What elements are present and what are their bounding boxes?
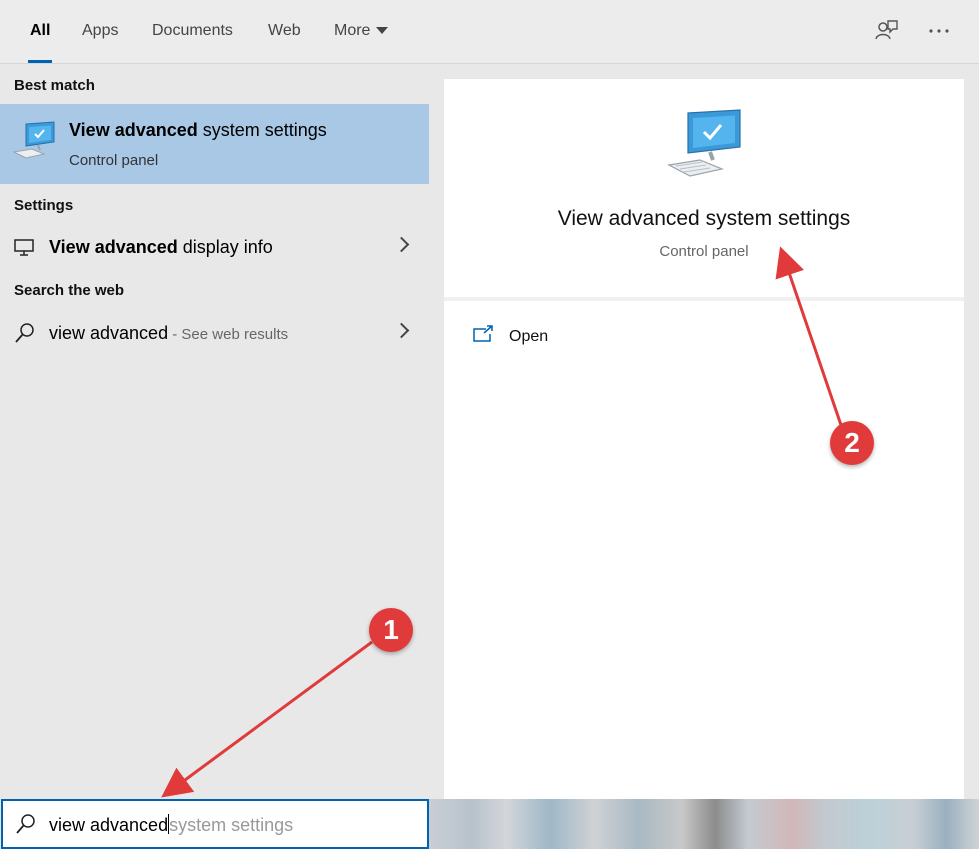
settings-result-label: View advanced display info xyxy=(49,237,273,258)
web-result-suffix: - See web results xyxy=(168,326,289,343)
preview-subtitle: Control panel xyxy=(659,243,749,260)
taskbar-blurred xyxy=(429,799,979,849)
chevron-right-icon[interactable] xyxy=(393,322,410,339)
tab-more-label: More xyxy=(334,22,371,39)
search-input[interactable]: view advancedsystem settings xyxy=(1,799,429,849)
results-pane: Best match View advanced system settings… xyxy=(0,64,429,799)
tab-more[interactable]: More xyxy=(334,0,389,63)
computer-monitor-icon xyxy=(666,109,742,183)
section-best-match: Best match xyxy=(14,77,95,94)
open-action[interactable]: Open xyxy=(472,325,672,351)
tab-all[interactable]: All xyxy=(27,0,53,63)
monitor-icon xyxy=(14,239,34,257)
section-search-web: Search the web xyxy=(14,282,125,299)
web-result[interactable]: view advanced - See web results xyxy=(0,312,429,354)
preview-pane: View advanced system settings Control pa… xyxy=(444,79,964,799)
settings-result-display-info[interactable]: View advanced display info xyxy=(0,226,429,268)
divider xyxy=(444,297,964,301)
annotation-badge-2: 2 xyxy=(830,421,874,465)
search-icon xyxy=(15,813,37,835)
web-result-label: view advanced - See web results xyxy=(49,323,288,344)
tab-web[interactable]: Web xyxy=(268,0,301,63)
tab-apps[interactable]: Apps xyxy=(82,0,118,63)
best-match-title-rest: system settings xyxy=(197,120,327,140)
computer-monitor-icon xyxy=(12,120,56,164)
best-match-title-bold: View advanced xyxy=(69,120,198,140)
search-tabs-bar: All Apps Documents Web More xyxy=(0,0,979,64)
best-match-result[interactable]: View advanced system settings Control pa… xyxy=(0,104,429,184)
feedback-icon[interactable] xyxy=(873,18,899,44)
annotation-badge-1: 1 xyxy=(369,608,413,652)
search-suggestion: system settings xyxy=(169,815,294,835)
best-match-title: View advanced system settings xyxy=(69,120,327,141)
more-options-icon[interactable] xyxy=(926,18,952,44)
preview-title: View advanced system settings xyxy=(557,207,851,230)
open-external-icon xyxy=(472,325,494,345)
open-label: Open xyxy=(509,328,549,345)
web-result-text: view advanced xyxy=(49,323,169,343)
search-typed-text: view advanced xyxy=(49,815,169,835)
search-icon xyxy=(14,322,36,344)
chevron-down-icon xyxy=(376,27,389,35)
settings-result-rest: display info xyxy=(177,237,273,257)
section-settings: Settings xyxy=(14,197,74,214)
settings-result-bold: View advanced xyxy=(49,237,178,257)
search-query: view advancedsystem settings xyxy=(49,814,293,836)
chevron-right-icon[interactable] xyxy=(393,236,410,253)
best-match-subtitle: Control panel xyxy=(69,152,159,169)
tab-documents[interactable]: Documents xyxy=(152,0,233,63)
